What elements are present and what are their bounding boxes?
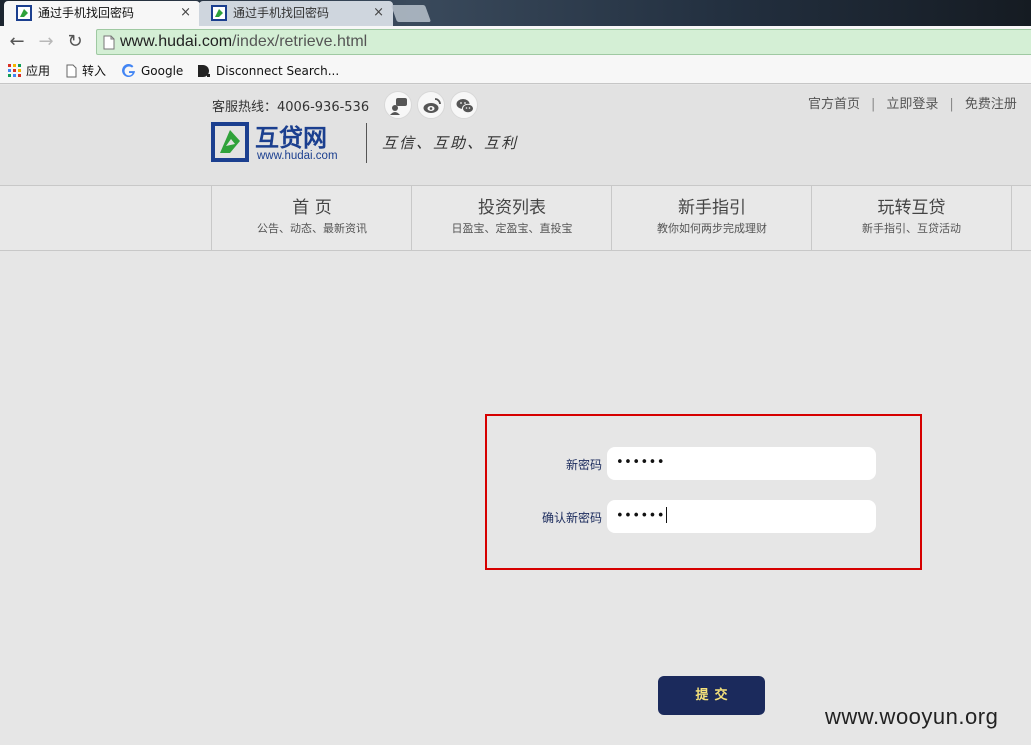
hudai-logo[interactable]: 互贷网 www.hudai.com (211, 122, 356, 164)
tab-close-icon[interactable]: × (180, 1, 191, 25)
page-icon (66, 64, 77, 77)
weibo-icon[interactable] (417, 91, 445, 119)
chat-glyph (390, 98, 407, 115)
logo-url: www.hudai.com (256, 150, 338, 162)
logo-text: 互贷网 (255, 124, 327, 152)
tab-close-icon[interactable]: × (373, 1, 384, 25)
bookmark-apps[interactable]: 应用 (8, 62, 50, 80)
hudai-favicon-icon (211, 5, 227, 21)
browser-tabstrip: 通过手机找回密码 × 通过手机找回密码 × (0, 0, 1031, 26)
nav-subtitle: 新手指引、互贷活动 (862, 222, 961, 235)
url-path: /index/retrieve.html (232, 33, 368, 50)
forward-arrow-icon[interactable]: → (34, 30, 58, 54)
nav-item-home[interactable]: 首 页 公告、动态、最新资讯 (211, 186, 412, 250)
bookmarks-bar: 应用 转入 Google Disconnect Search... (0, 58, 1031, 84)
submit-button[interactable]: 提交 (658, 676, 765, 715)
bookmark-google[interactable]: Google (122, 62, 183, 80)
reload-icon[interactable]: ↻ (63, 30, 87, 54)
bookmark-disconnect[interactable]: Disconnect Search... (197, 62, 339, 80)
bookmark-label: 应用 (26, 64, 51, 78)
nav-subtitle: 日盈宝、定盈宝、直投宝 (451, 222, 573, 235)
nav-item-beginner-guide[interactable]: 新手指引 教你如何两步完成理财 (611, 186, 812, 250)
nav-title: 玩转互贷 (877, 198, 946, 218)
tab-title: 通过手机找回密码 (233, 6, 330, 20)
bookmark-label: 转入 (82, 64, 107, 78)
page-icon (103, 35, 115, 50)
text-caret (666, 507, 668, 523)
site-header: 客服热线：4006-936-536 官方首页 | 立即登录 | 免费注册 互贷网 (0, 85, 1031, 185)
tab-title: 通过手机找回密码 (38, 6, 135, 20)
disconnect-icon (198, 64, 210, 77)
watermark: www.wooyun.org (825, 704, 999, 729)
confirm-password-value: •••••• (616, 507, 668, 524)
confirm-password-label: 确认新密码 (541, 511, 602, 525)
apps-grid-icon (8, 64, 21, 77)
weibo-glyph (423, 98, 441, 113)
nav-subtitle: 公告、动态、最新资讯 (257, 222, 367, 235)
link-separator: | (949, 97, 954, 112)
slogan: 互信、互助、互利 (382, 134, 519, 152)
new-password-field[interactable]: •••••• (607, 447, 876, 480)
bookmark-zhuanru[interactable]: 转入 (66, 62, 106, 80)
link-register[interactable]: 免费注册 (965, 97, 1017, 112)
confirm-password-field[interactable]: •••••• (607, 500, 876, 533)
link-separator: | (871, 97, 876, 112)
bookmark-label: Disconnect Search... (216, 64, 340, 78)
nav-title: 投资列表 (478, 198, 546, 218)
logo-divider (366, 123, 367, 163)
hudai-favicon-icon (16, 5, 32, 21)
browser-tab-inactive[interactable]: 通过手机找回密码 × (199, 1, 393, 26)
customer-hotline: 客服热线：4006-936-536 (212, 100, 370, 115)
highlight-box (485, 414, 922, 570)
nav-title: 新手指引 (678, 198, 746, 218)
new-password-label: 新密码 (565, 458, 602, 472)
url-text: www.hudai.com/index/retrieve.html (120, 33, 367, 51)
top-links: 官方首页 | 立即登录 | 免费注册 (808, 93, 1017, 112)
wechat-glyph (456, 99, 474, 114)
confirm-password-dots: •••••• (616, 508, 666, 524)
link-login[interactable]: 立即登录 (886, 97, 938, 112)
bookmark-label: Google (141, 64, 184, 78)
browser-tab-active[interactable]: 通过手机找回密码 × (4, 1, 200, 26)
chat-icon[interactable] (384, 91, 412, 119)
browser-toolbar: ← → ↻ www.hudai.com/index/retrieve.html (0, 26, 1031, 58)
main-nav: 首 页 公告、动态、最新资讯 投资列表 日盈宝、定盈宝、直投宝 新手指引 教你如… (0, 185, 1031, 251)
nav-item-play-hudai[interactable]: 玩转互贷 新手指引、互贷活动 (811, 186, 1012, 250)
wechat-icon[interactable] (450, 91, 478, 119)
nav-subtitle: 教你如何两步完成理财 (657, 222, 767, 235)
new-password-value: •••••• (616, 455, 666, 470)
back-arrow-icon[interactable]: ← (5, 30, 29, 54)
address-bar[interactable]: www.hudai.com/index/retrieve.html (96, 29, 1031, 55)
nav-title: 首 页 (292, 198, 332, 218)
nav-item-invest-list[interactable]: 投资列表 日盈宝、定盈宝、直投宝 (411, 186, 612, 250)
new-tab-button[interactable] (390, 5, 432, 22)
google-icon (122, 63, 135, 77)
url-host: www.hudai.com (120, 33, 233, 50)
link-official-home[interactable]: 官方首页 (808, 97, 860, 112)
